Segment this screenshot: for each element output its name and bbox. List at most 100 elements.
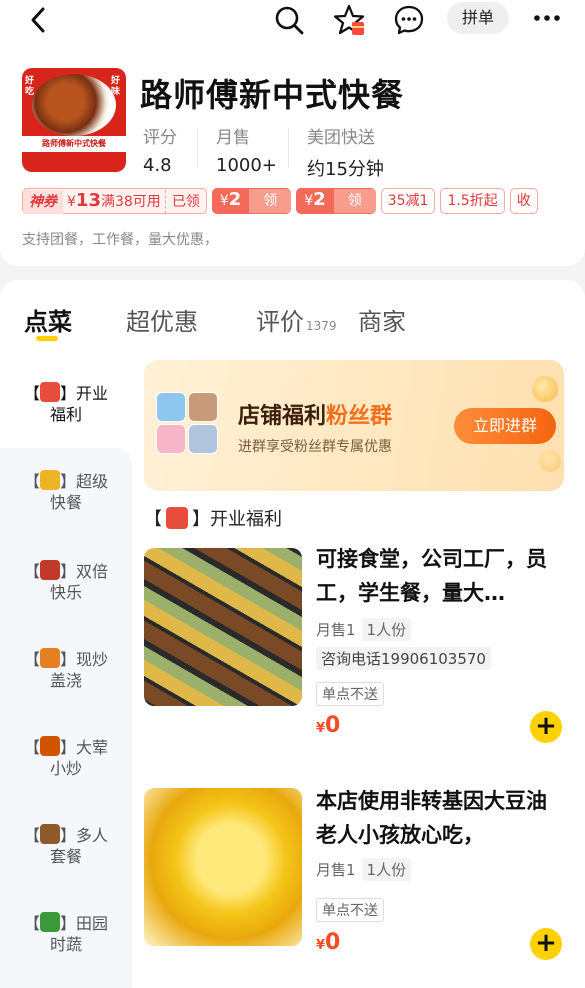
shop-logo[interactable]: 好吃 好味 路师傅新中式快餐 (22, 68, 126, 172)
currency-symbol: ¥ (316, 938, 326, 953)
tab-deals[interactable]: 超优惠 (126, 302, 198, 337)
stat-label: 美团快送 (307, 128, 375, 148)
shop-description: 支持团餐，工作餐，量大优惠， (22, 232, 218, 248)
tab-merchant[interactable]: 商家 (358, 302, 406, 337)
coin-decoration (532, 376, 558, 402)
logo-right-text: 好味 (111, 76, 121, 97)
back-arrow-icon[interactable] (24, 5, 54, 35)
amount-value: 13 (75, 190, 101, 211)
discount-tag[interactable]: 收 (509, 188, 538, 214)
category-line2: 小炒 (49, 759, 82, 778)
category-label: 大荤 (76, 738, 109, 757)
category-line1: 【】田园 (0, 912, 132, 934)
category-item[interactable]: 【】田园 时蔬 (0, 912, 132, 955)
plus-icon: + (535, 928, 557, 958)
avatar (188, 392, 218, 422)
bracket: 【 (23, 384, 40, 403)
category-line1: 【】现炒 (0, 648, 132, 670)
banner-title-highlight: 粉丝群 (326, 404, 393, 429)
bento-icon (39, 824, 60, 844)
broccoli-icon (39, 912, 60, 932)
bracket: 【 (23, 562, 40, 581)
section-title-text: 开业福利 (210, 509, 282, 530)
more-options-icon[interactable] (530, 4, 564, 32)
category-label: 开业 (76, 384, 109, 403)
category-line2: 快乐 (49, 583, 82, 602)
category-item[interactable]: 【】多人 套餐 (0, 824, 132, 867)
message-icon[interactable] (392, 3, 426, 37)
stat-rating: 评分 4.8 (143, 123, 177, 176)
monthly-sales: 月售1 (316, 861, 356, 879)
claim-button[interactable]: 领 (249, 189, 292, 213)
coupon-row: 神券 ¥13满38可用 已领 ¥2 领 ¥2 领 35减1 1.5折起收 (22, 188, 585, 214)
category-line2: 福利 (49, 405, 82, 424)
tab-order[interactable]: 点菜 (24, 302, 72, 337)
category-label: 田园 (76, 914, 109, 933)
dish-image[interactable] (144, 548, 302, 706)
category-sidebar (0, 448, 132, 988)
category-item[interactable]: 【】双倍 快乐 (0, 560, 132, 603)
dish-name[interactable]: 本店使用非转基因大豆油老人小孩放心吃， (316, 784, 560, 852)
category-line2: 盖浇 (49, 671, 82, 690)
red-coupon-1[interactable]: ¥2 领 (211, 188, 292, 214)
god-coupon[interactable]: 神券 ¥13满38可用 已领 (22, 188, 207, 214)
currency-symbol: ¥ (304, 193, 314, 209)
logo-banner-text: 路师傅新中式快餐 (22, 136, 126, 152)
category-item[interactable]: 【】大荤 小炒 (0, 736, 132, 779)
gift-icon (39, 382, 60, 402)
god-coupon-amount: ¥13满38可用 (63, 190, 165, 211)
category-item[interactable]: 【】开业福利 (0, 382, 132, 425)
tab-label: 评价 (256, 308, 304, 336)
bracket: 】 (59, 384, 76, 403)
add-to-cart-button[interactable]: + (530, 711, 562, 743)
category-line1: 【】多人 (0, 824, 132, 846)
fan-group-banner[interactable]: 店铺福利粉丝群 进群享受粉丝群专属优惠 立即进群 (144, 360, 564, 491)
bracket: 】 (59, 914, 76, 933)
bracket: 【 (144, 509, 162, 530)
dish-meta: 月售1 1人份 (316, 618, 412, 641)
food-plate-image (32, 74, 116, 136)
search-icon[interactable] (272, 3, 306, 37)
category-item[interactable]: 【】现炒 盖浇 (0, 648, 132, 691)
monthly-sales: 月售1 (316, 621, 356, 639)
tab-label: 超优惠 (126, 308, 198, 336)
red-coupon-amount: ¥2 (296, 188, 333, 213)
category-item[interactable]: 【】超级 快餐 (0, 470, 132, 513)
shop-header: 好吃 好味 路师傅新中式快餐 路师傅新中式快餐 评分 4.8 月售 1000+ … (0, 44, 585, 266)
dish-name[interactable]: 可接食堂，公司工厂，员工，学生餐，量大… (316, 542, 560, 610)
category-label: 超级 (76, 472, 109, 491)
category-line2: 快餐 (49, 493, 82, 512)
coupon-condition: 满38可用 (100, 194, 161, 210)
category-label: 现炒 (76, 650, 109, 669)
tab-reviews[interactable]: 评价 1379 (256, 302, 337, 337)
stat-delivery: 美团快送 约15分钟 (307, 123, 384, 181)
stat-value: 1000+ (216, 155, 277, 176)
category-label: 双倍 (76, 562, 109, 581)
coin-decoration (539, 450, 561, 472)
stat-monthly-sales: 月售 1000+ (216, 123, 277, 176)
red-coupon-2[interactable]: ¥2 领 (296, 188, 376, 214)
add-to-cart-button[interactable]: + (530, 928, 562, 960)
category-line2: 时蔬 (49, 935, 82, 954)
avatar (188, 424, 218, 454)
favorite-star-icon[interactable] (332, 3, 366, 37)
price-value: 0 (325, 713, 341, 738)
bracket: 【 (23, 472, 40, 491)
discount-tag[interactable]: 35减1 (380, 188, 436, 214)
bracket: 【 (23, 826, 40, 845)
dish-image[interactable] (144, 788, 302, 946)
trophy-icon (39, 470, 60, 490)
group-order-button[interactable]: 拼单 (447, 2, 509, 34)
bracket: 】 (192, 509, 210, 530)
claim-button[interactable]: 领 (333, 189, 376, 213)
divider (197, 128, 198, 168)
stat-label: 评分 (143, 128, 177, 148)
join-group-button[interactable]: 立即进群 (454, 408, 556, 444)
tab-label: 商家 (358, 308, 406, 336)
category-label: 多人 (76, 826, 109, 845)
discount-tag[interactable]: 1.5折起 (440, 188, 505, 214)
bracket: 【 (23, 738, 40, 757)
category-line1: 【】超级 (0, 470, 132, 492)
contact-phone: 咨询电话19906103570 (316, 647, 491, 670)
banner-title: 店铺福利粉丝群 (238, 398, 392, 430)
